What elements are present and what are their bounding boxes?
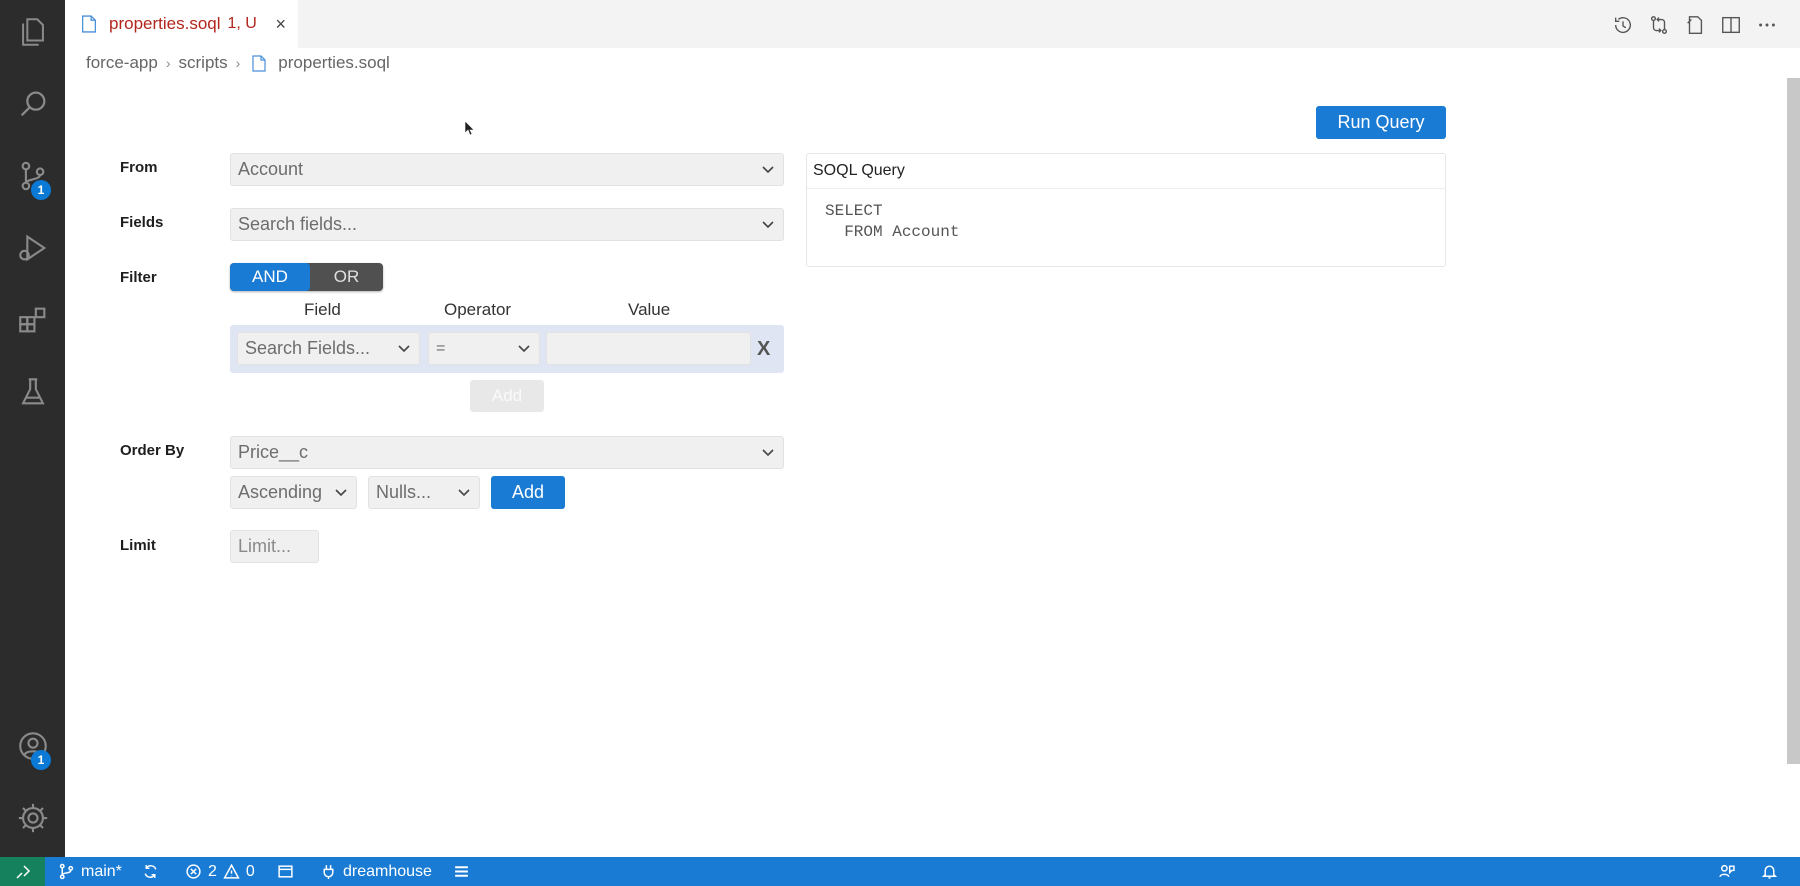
order-by-label: Order By bbox=[120, 442, 185, 459]
feedback-status[interactable] bbox=[1718, 857, 1735, 886]
chevron-down-icon bbox=[335, 488, 347, 496]
filter-column-field: Field bbox=[304, 300, 341, 319]
more-actions-icon[interactable] bbox=[1754, 12, 1780, 38]
file-icon bbox=[82, 15, 96, 33]
chevron-right-icon: › bbox=[235, 55, 241, 71]
git-branch-icon bbox=[59, 863, 74, 880]
warning-count: 0 bbox=[245, 862, 255, 880]
accounts-icon[interactable]: 1 bbox=[0, 714, 65, 778]
from-value: Account bbox=[238, 159, 304, 179]
problems-status[interactable]: 2 0 bbox=[185, 857, 255, 886]
file-icon bbox=[252, 54, 266, 72]
explorer-icon[interactable] bbox=[0, 0, 65, 64]
remote-icon bbox=[15, 864, 30, 879]
extensions-icon[interactable] bbox=[0, 288, 65, 352]
soql-query-text: SELECT FROM Account bbox=[825, 202, 960, 241]
fields-placeholder: Search fields... bbox=[238, 214, 358, 234]
add-order-by-button[interactable]: Add bbox=[491, 476, 565, 509]
branch-status[interactable]: main* bbox=[58, 857, 122, 886]
remove-filter-button[interactable]: X bbox=[757, 338, 770, 361]
error-icon bbox=[186, 864, 201, 879]
chevron-down-icon bbox=[518, 344, 530, 352]
sync-icon bbox=[144, 865, 157, 878]
from-select[interactable]: Account bbox=[230, 153, 784, 186]
compare-icon[interactable] bbox=[1646, 12, 1672, 38]
panel-icon bbox=[278, 865, 293, 878]
bell-icon bbox=[1761, 865, 1778, 879]
run-query-button[interactable]: Run Query bbox=[1316, 106, 1446, 139]
list-menu[interactable] bbox=[453, 857, 470, 886]
chevron-right-icon: › bbox=[165, 55, 171, 71]
notifications-status[interactable] bbox=[1761, 857, 1778, 886]
order-by-field-select[interactable]: Price__c bbox=[230, 436, 784, 469]
order-by-field-value: Price__c bbox=[238, 442, 309, 462]
list-icon bbox=[455, 866, 468, 877]
org-status[interactable]: dreamhouse bbox=[320, 857, 432, 886]
and-toggle-option[interactable]: AND bbox=[230, 263, 310, 291]
status-bar: main* 2 0 dreamhouse bbox=[0, 857, 1800, 886]
feedback-icon bbox=[1719, 864, 1735, 878]
breadcrumb-item-file[interactable]: properties.soql bbox=[278, 53, 390, 73]
tab-title: properties.soql bbox=[109, 14, 221, 33]
source-control-badge: 1 bbox=[31, 180, 51, 200]
chevron-down-icon bbox=[458, 488, 470, 496]
chevron-down-icon bbox=[762, 165, 774, 173]
filter-field-placeholder: Search Fields... bbox=[245, 338, 371, 358]
sync-status[interactable] bbox=[142, 857, 159, 886]
chevron-down-icon bbox=[398, 344, 410, 352]
filter-label: Filter bbox=[120, 269, 157, 286]
vertical-scrollbar[interactable] bbox=[1787, 78, 1800, 764]
editor-actions bbox=[1610, 12, 1780, 38]
breadcrumb-item-force-app[interactable]: force-app bbox=[86, 53, 158, 73]
and-or-toggle: AND OR bbox=[230, 263, 383, 291]
warning-icon bbox=[223, 863, 240, 879]
chevron-down-icon bbox=[762, 220, 774, 228]
from-label: From bbox=[120, 159, 158, 176]
branch-name: main* bbox=[81, 862, 122, 880]
history-icon[interactable] bbox=[1610, 12, 1636, 38]
order-nulls-value: Nulls... bbox=[376, 482, 432, 502]
search-icon[interactable] bbox=[0, 72, 65, 136]
accounts-badge: 1 bbox=[31, 750, 51, 770]
tab-properties-soql[interactable]: properties.soql 1, U × bbox=[65, 0, 298, 48]
breadcrumb-item-scripts[interactable]: scripts bbox=[179, 53, 228, 73]
order-nulls-select[interactable]: Nulls... bbox=[368, 476, 480, 509]
error-count: 2 bbox=[208, 862, 217, 880]
order-direction-select[interactable]: Ascending bbox=[230, 476, 357, 509]
open-file-icon[interactable] bbox=[1682, 12, 1708, 38]
plug-icon bbox=[323, 865, 334, 879]
tab-problem-status: 1, U bbox=[227, 15, 257, 32]
source-control-icon[interactable]: 1 bbox=[0, 144, 65, 208]
fields-label: Fields bbox=[120, 214, 164, 231]
remote-indicator[interactable] bbox=[0, 857, 45, 886]
org-name: dreamhouse bbox=[343, 862, 432, 880]
order-direction-value: Ascending bbox=[238, 482, 323, 502]
tab-close-icon[interactable]: × bbox=[275, 14, 286, 35]
fields-search-input[interactable]: Search fields... bbox=[230, 208, 784, 241]
breadcrumb: force-app › scripts › properties.soql bbox=[86, 53, 390, 73]
or-toggle-option[interactable]: OR bbox=[310, 263, 383, 291]
split-editor-icon[interactable] bbox=[1718, 12, 1744, 38]
soql-query-panel: SOQL Query SELECT FROM Account bbox=[806, 153, 1446, 267]
add-filter-button[interactable]: Add bbox=[470, 380, 544, 412]
settings-gear-icon[interactable] bbox=[0, 786, 65, 850]
filter-column-operator: Operator bbox=[444, 300, 512, 319]
chevron-down-icon bbox=[762, 448, 774, 456]
limit-input[interactable]: Limit... bbox=[230, 530, 319, 563]
tab-bar: properties.soql 1, U × bbox=[65, 0, 1800, 48]
limit-label: Limit bbox=[120, 537, 156, 554]
run-debug-icon[interactable] bbox=[0, 216, 65, 280]
panel-toggle[interactable] bbox=[277, 857, 294, 886]
filter-operator-select[interactable]: = bbox=[428, 332, 540, 365]
filter-operator-value: = bbox=[436, 339, 446, 357]
soql-panel-title: SOQL Query bbox=[807, 154, 1445, 189]
mouse-pointer-icon bbox=[465, 121, 475, 135]
limit-placeholder: Limit... bbox=[238, 536, 292, 556]
activity-bar: 1 1 bbox=[0, 0, 65, 857]
filter-field-select[interactable]: Search Fields... bbox=[237, 332, 420, 365]
filter-column-value: Value bbox=[628, 300, 671, 319]
filter-value-input[interactable] bbox=[546, 332, 751, 365]
testing-icon[interactable] bbox=[0, 360, 65, 424]
